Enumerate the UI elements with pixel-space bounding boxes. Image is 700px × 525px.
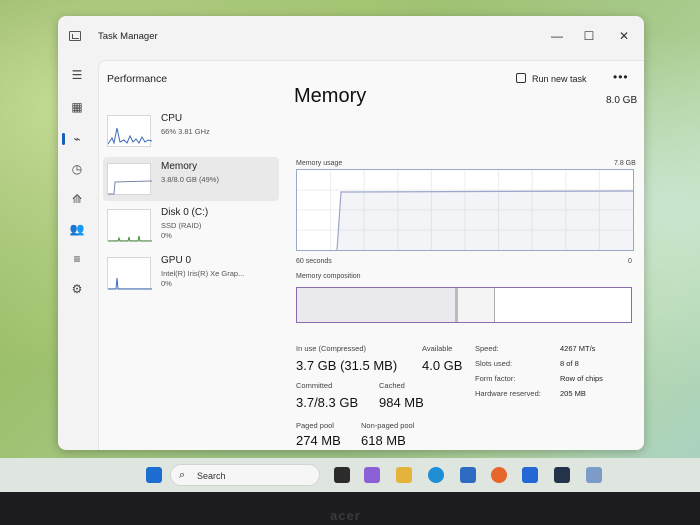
gpu-thumbnail-graph [107, 257, 152, 290]
disk-thumbnail-graph [107, 209, 152, 242]
edge-icon[interactable] [428, 467, 444, 483]
services-icon[interactable]: ⚙ [66, 278, 88, 300]
taskbar-search[interactable]: ⌕ Search [170, 464, 320, 486]
form-factor-value: Row of chips [560, 374, 603, 383]
task-manager-taskbar-icon[interactable] [586, 467, 602, 483]
navigation-rail: ☰ ▦ ⌁ ◷ ⟰ 👥 ≡ ⚙ ⚙ [58, 56, 98, 450]
users-icon[interactable]: 👥 [66, 218, 88, 240]
sidebar-item-memory[interactable]: Memory 3.8/8.0 GB (49%) [103, 157, 279, 201]
usage-area [337, 190, 633, 250]
memory-usage-max: 7.8 GB [614, 160, 636, 167]
composition-in-use [297, 288, 455, 322]
cached-value: 984 MB [379, 395, 424, 410]
start-icon[interactable] [146, 467, 162, 483]
paged-pool-value: 274 MB [296, 433, 341, 448]
taskbar: ⌕ Search [0, 458, 700, 492]
composition-standby [458, 288, 494, 322]
sidebar-item-cpu[interactable]: CPU 66% 3.81 GHz [103, 109, 279, 153]
sidebar-cpu-detail: 66% 3.81 GHz [161, 127, 210, 136]
available-value: 4.0 GB [422, 358, 463, 373]
performance-icon[interactable]: ⌁ [62, 128, 88, 150]
memory-composition-bar [296, 287, 632, 323]
paged-pool-label: Paged pool [296, 421, 334, 430]
memory-thumbnail-graph [107, 163, 152, 195]
window-title: Task Manager [98, 31, 158, 42]
memory-usage-chart [297, 170, 634, 251]
sidebar-cpu-name: CPU [161, 113, 183, 124]
sidebar-disk-usage: 0% [161, 231, 172, 240]
processes-icon[interactable]: ▦ [66, 96, 88, 118]
graph-now-label: 0 [628, 258, 632, 265]
hamburger-icon[interactable]: ☰ [66, 64, 88, 86]
in-use-label: In use (Compressed) [296, 344, 367, 353]
brand-logo: acer [330, 508, 361, 523]
slots-value: 8 of 8 [560, 359, 579, 368]
nonpaged-pool-value: 618 MB [361, 433, 406, 448]
dropbox-icon[interactable] [522, 467, 538, 483]
slots-label: Slots used: [475, 359, 513, 368]
sidebar-gpu-name: GPU 0 [161, 255, 192, 266]
minimize-button[interactable]: — [542, 24, 572, 48]
memory-composition-label: Memory composition [296, 273, 361, 280]
hardware-reserved-value: 205 MB [560, 389, 586, 398]
sidebar-gpu-model: Intel(R) Iris(R) Xe Grap... [161, 269, 245, 278]
startup-icon[interactable]: ⟰ [66, 188, 88, 210]
close-button[interactable]: ✕ [609, 24, 639, 48]
bitwarden-icon[interactable] [554, 467, 570, 483]
file-explorer-icon[interactable] [396, 467, 412, 483]
nonpaged-pool-label: Non-paged pool [361, 421, 415, 430]
app-history-icon[interactable]: ◷ [66, 158, 88, 180]
task-manager-window: Task Manager — ☐ ✕ ☰ ▦ ⌁ ◷ ⟰ 👥 ≡ ⚙ ⚙ Per… [58, 16, 644, 450]
firefox-icon[interactable] [491, 467, 507, 483]
memory-detail-panel: Memory 8.0 GB Memory usage 7.8 GB 60 sec… [294, 61, 644, 450]
hardware-reserved-label: Hardware reserved: [475, 389, 541, 398]
sidebar-memory-detail: 3.8/8.0 GB (49%) [161, 175, 219, 184]
available-label: Available [422, 344, 453, 353]
sidebar-disk-type: SSD (RAID) [161, 221, 202, 230]
sidebar-item-disk[interactable]: Disk 0 (C:) SSD (RAID) 0% [103, 203, 279, 247]
committed-value: 3.7/8.3 GB [296, 395, 359, 410]
maximize-button[interactable]: ☐ [574, 24, 604, 48]
laptop-bezel: acer [0, 492, 700, 525]
cached-label: Cached [379, 381, 405, 390]
title-bar[interactable]: Task Manager — ☐ ✕ [58, 16, 644, 56]
memory-usage-graph [296, 169, 634, 251]
memory-usage-label: Memory usage [296, 160, 343, 167]
store-icon[interactable] [460, 467, 476, 483]
sidebar-item-gpu[interactable]: GPU 0 Intel(R) Iris(R) Xe Grap... 0% [103, 251, 279, 295]
cpu-thumbnail-graph [107, 115, 152, 147]
performance-panel: Performance Run new task ••• CPU 66% 3.8… [98, 60, 644, 450]
sidebar-gpu-usage: 0% [161, 279, 172, 288]
graph-time-label: 60 seconds [296, 258, 332, 265]
memory-total: 8.0 GB [606, 95, 638, 106]
in-use-value: 3.7 GB (31.5 MB) [296, 358, 398, 373]
memory-heading: Memory [294, 85, 367, 107]
composition-free [495, 288, 631, 322]
speed-label: Speed: [475, 344, 499, 353]
search-label: Search [197, 471, 226, 481]
task-view-icon[interactable] [334, 467, 350, 483]
search-icon: ⌕ [179, 469, 186, 481]
details-icon[interactable]: ≡ [66, 248, 88, 270]
speed-value: 4267 MT/s [560, 344, 596, 353]
page-title: Performance [107, 73, 168, 85]
form-factor-label: Form factor: [475, 374, 516, 383]
sidebar-memory-name: Memory [161, 161, 198, 172]
committed-label: Committed [296, 381, 333, 390]
copilot-icon[interactable] [364, 467, 380, 483]
sidebar-disk-name: Disk 0 (C:) [161, 207, 209, 218]
task-manager-app-icon [69, 31, 81, 41]
